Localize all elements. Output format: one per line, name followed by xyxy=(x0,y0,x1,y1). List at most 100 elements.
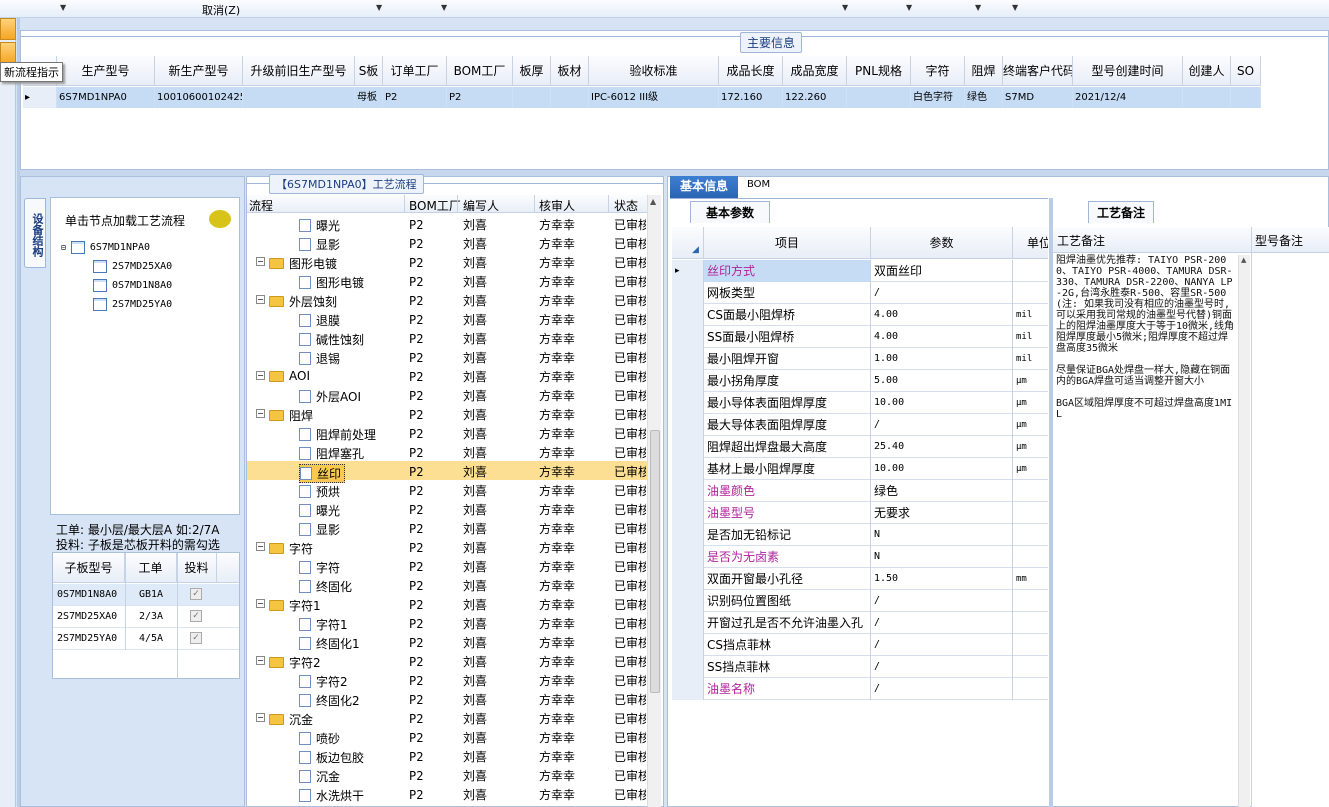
cancel-button[interactable]: 取消(Z) xyxy=(202,2,240,18)
flow-row[interactable]: 显影 P2 刘喜 方幸幸 已审核 xyxy=(247,233,647,252)
row-indicator[interactable] xyxy=(672,678,704,700)
table-cell[interactable]: P2 xyxy=(383,87,447,108)
param-value[interactable]: 双面丝印 xyxy=(871,260,1013,282)
flow-row[interactable]: 终固化2 P2 刘喜 方幸幸 已审核 xyxy=(247,689,647,708)
column-header[interactable]: 阻焊 xyxy=(965,56,1003,86)
column-header[interactable]: 状态 xyxy=(614,197,638,214)
table-cell[interactable] xyxy=(551,87,589,108)
table-cell[interactable]: 10010600102425 xyxy=(155,87,243,108)
chevron-down-icon[interactable]: ▼ xyxy=(441,3,447,12)
table-cell[interactable] xyxy=(243,87,355,108)
table-row[interactable]: 2S7MD25YA0 4/5A ✓ xyxy=(53,628,239,650)
row-indicator[interactable] xyxy=(672,568,704,590)
param-row[interactable]: SS挡点菲林 / xyxy=(672,656,1048,678)
param-row[interactable]: 阻焊超出焊盘最大高度 25.40 μm xyxy=(672,436,1048,458)
column-header[interactable]: BOM工厂 xyxy=(409,197,461,214)
flow-row[interactable]: − 字符 P2 刘喜 方幸幸 已审核 xyxy=(247,537,647,556)
flow-row[interactable]: − 阻焊 P2 刘喜 方幸幸 已审核 xyxy=(247,404,647,423)
column-header[interactable]: 投料 xyxy=(177,553,217,583)
row-indicator[interactable] xyxy=(672,392,704,414)
column-header[interactable]: BOM工厂 xyxy=(447,56,513,86)
scroll-thumb[interactable] xyxy=(650,430,660,693)
param-row[interactable]: 最小导体表面阻焊厚度 10.00 μm xyxy=(672,392,1048,414)
table-row[interactable]: 2S7MD25XA0 2/3A ✓ xyxy=(53,606,239,628)
column-header[interactable]: SO xyxy=(1231,56,1261,86)
table-cell[interactable]: 白色字符 xyxy=(911,87,965,108)
param-value[interactable]: 25.40 xyxy=(871,436,1013,458)
flow-row[interactable]: − 字符1 P2 刘喜 方幸幸 已审核 xyxy=(247,594,647,613)
row-indicator[interactable] xyxy=(672,656,704,678)
table-cell[interactable]: IPC-6012 III级 xyxy=(589,87,719,108)
param-value[interactable]: / xyxy=(871,678,1013,700)
tree-node[interactable]: 0S7MD1N8A0 xyxy=(93,279,172,292)
param-row[interactable]: 是否为无卤素 N xyxy=(672,546,1048,568)
column-header[interactable]: S板 xyxy=(355,56,383,86)
column-header[interactable]: 核审人 xyxy=(539,197,575,214)
scroll-up-icon[interactable]: ▲ xyxy=(650,197,656,206)
table-cell[interactable]: 172.160 xyxy=(719,87,783,108)
param-row[interactable]: 油墨型号 无要求 xyxy=(672,502,1048,524)
tree-node-root[interactable]: ⊟ 6S7MD1NPA0 xyxy=(61,241,150,254)
column-header[interactable]: 生产型号 xyxy=(57,56,155,86)
row-indicator[interactable] xyxy=(672,612,704,634)
param-value[interactable]: / xyxy=(871,612,1013,634)
feed-checkbox[interactable]: ✓ xyxy=(190,588,202,600)
row-indicator[interactable] xyxy=(672,634,704,656)
param-value[interactable]: 无要求 xyxy=(871,502,1013,524)
table-cell[interactable]: S7MD xyxy=(1003,87,1073,108)
param-value[interactable]: 10.00 xyxy=(871,392,1013,414)
flow-row[interactable]: 板边包胶 P2 刘喜 方幸幸 已审核 xyxy=(247,746,647,765)
param-row[interactable]: 是否加无铅标记 N xyxy=(672,524,1048,546)
chevron-down-icon[interactable]: ▼ xyxy=(906,3,912,12)
flow-row[interactable]: 沉金 P2 刘喜 方幸幸 已审核 xyxy=(247,765,647,784)
table-cell[interactable] xyxy=(1231,87,1261,108)
flow-row[interactable]: 喷砂 P2 刘喜 方幸幸 已审核 xyxy=(247,727,647,746)
param-value[interactable]: 4.00 xyxy=(871,304,1013,326)
row-indicator[interactable] xyxy=(672,282,704,304)
table-cell[interactable]: 6S7MD1NPA0 xyxy=(57,87,155,108)
collapse-icon[interactable]: − xyxy=(256,295,265,304)
row-indicator[interactable] xyxy=(672,348,704,370)
flow-row[interactable]: − 字符2 P2 刘喜 方幸幸 已审核 xyxy=(247,651,647,670)
column-header[interactable]: 板材 xyxy=(551,56,589,86)
flow-row[interactable]: 显影 P2 刘喜 方幸幸 已审核 xyxy=(247,518,647,537)
table-row[interactable]: ▸ 6S7MD1NPA0 10010600102425 母板 P2 P2 IPC-6012 … xyxy=(23,87,1261,108)
row-indicator[interactable]: ▸ xyxy=(672,260,704,282)
collapse-icon[interactable]: − xyxy=(256,409,265,418)
param-value[interactable]: / xyxy=(871,656,1013,678)
param-row[interactable]: SS面最小阻焊桥 4.00 mil xyxy=(672,326,1048,348)
flow-row[interactable]: 字符 P2 刘喜 方幸幸 已审核 xyxy=(247,556,647,575)
param-row[interactable]: 识别码位置图纸 / xyxy=(672,590,1048,612)
param-row[interactable]: 油墨名称 / xyxy=(672,678,1048,700)
flow-row[interactable]: 阻焊塞孔 P2 刘喜 方幸幸 已审核 xyxy=(247,442,647,461)
flow-row[interactable]: − 图形电镀 P2 刘喜 方幸幸 已审核 xyxy=(247,252,647,271)
collapse-icon[interactable]: − xyxy=(256,656,265,665)
feed-checkbox[interactable]: ✓ xyxy=(190,632,202,644)
column-header[interactable]: 成品宽度 xyxy=(783,56,847,86)
param-row[interactable]: 网板类型 / xyxy=(672,282,1048,304)
table-cell[interactable] xyxy=(847,87,911,108)
row-indicator[interactable] xyxy=(672,480,704,502)
flow-row[interactable]: 曝光 P2 刘喜 方幸幸 已审核 xyxy=(247,214,647,233)
param-value[interactable]: N xyxy=(871,546,1013,568)
column-header[interactable]: 字符 xyxy=(911,56,965,86)
scroll-up-icon[interactable]: ▲ xyxy=(1241,256,1246,264)
row-indicator[interactable] xyxy=(672,524,704,546)
param-row[interactable]: 最小阻焊开窗 1.00 mil xyxy=(672,348,1048,370)
param-value[interactable]: 绿色 xyxy=(871,480,1013,502)
row-indicator[interactable]: ▸ xyxy=(23,87,57,108)
row-indicator[interactable] xyxy=(672,502,704,524)
param-row[interactable]: CS挡点菲林 / xyxy=(672,634,1048,656)
splitter[interactable] xyxy=(1049,198,1053,807)
param-value[interactable]: / xyxy=(871,414,1013,436)
flow-row[interactable]: − AOI P2 刘喜 方幸幸 已审核 xyxy=(247,366,647,385)
param-value[interactable]: / xyxy=(871,282,1013,304)
flow-row[interactable]: 字符2 P2 刘喜 方幸幸 已审核 xyxy=(247,670,647,689)
flow-row[interactable]: 预烘 P2 刘喜 方幸幸 已审核 xyxy=(247,480,647,499)
chevron-down-icon[interactable]: ▼ xyxy=(60,3,66,12)
column-header[interactable]: 编写人 xyxy=(463,197,499,214)
column-header[interactable]: 工单 xyxy=(125,553,177,583)
param-row[interactable]: 最小拐角厚度 5.00 μm xyxy=(672,370,1048,392)
flow-row[interactable]: 退锡 P2 刘喜 方幸幸 已审核 xyxy=(247,347,647,366)
row-indicator[interactable] xyxy=(672,458,704,480)
